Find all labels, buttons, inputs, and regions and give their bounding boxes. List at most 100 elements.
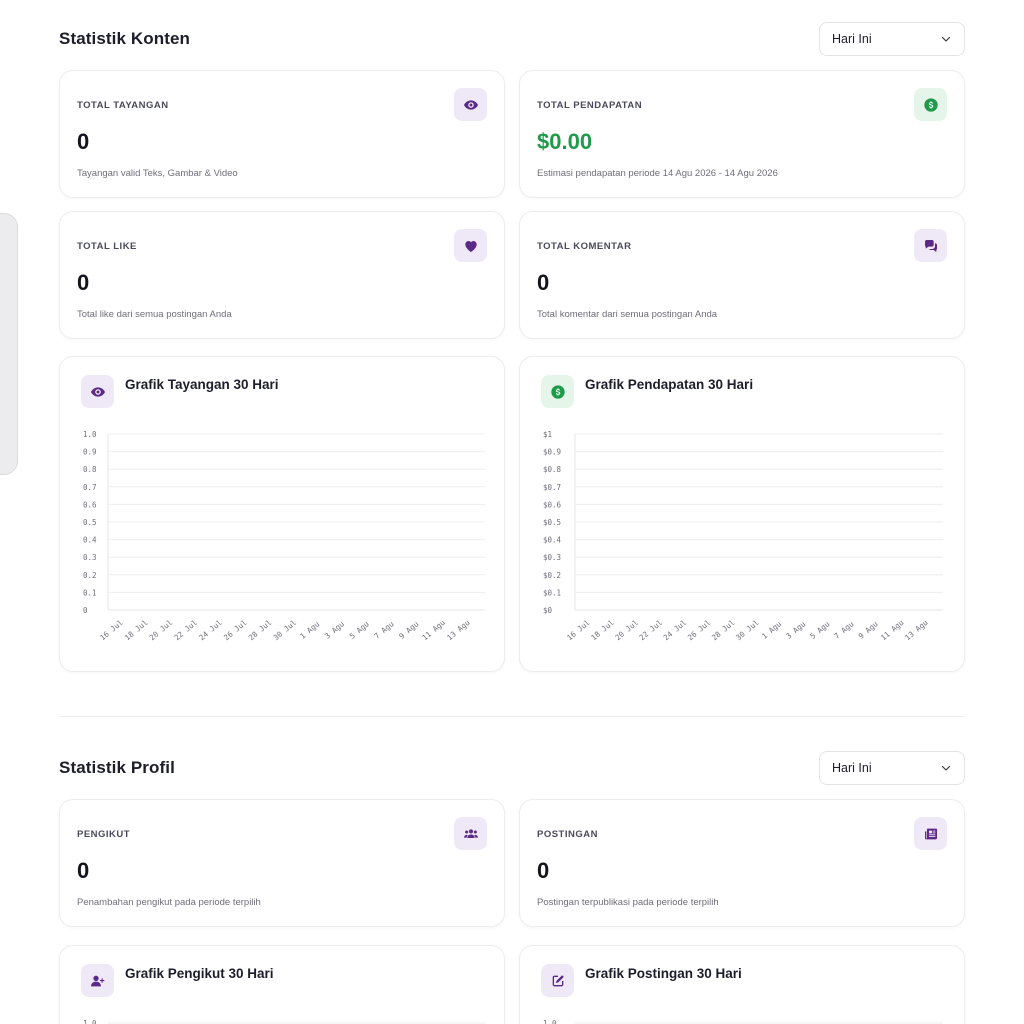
stat-label: TOTAL PENDAPATAN [537, 100, 643, 111]
y-tick-label: $0.5 [543, 518, 561, 527]
y-tick-label: $0.1 [543, 588, 561, 597]
x-tick-label: 5 Agu [808, 619, 831, 640]
stat-description: Penambahan pengikut pada periode terpili… [77, 897, 261, 908]
x-tick-label: 5 Agu [348, 619, 371, 640]
x-tick-label: 24 Jul [197, 618, 224, 642]
newspaper-icon [914, 817, 947, 850]
content-stats-section: Statistik Konten Hari Ini [59, 22, 965, 56]
x-tick-label: 20 Jul [148, 618, 175, 642]
users-icon [454, 817, 487, 850]
stat-label: TOTAL TAYANGAN [77, 100, 169, 111]
stat-description: Estimasi pendapatan periode 14 Agu 2026 … [537, 168, 778, 179]
period-select[interactable]: Hari Ini [819, 22, 965, 56]
stat-value: $0.00 [537, 129, 593, 154]
stat-value: 0 [77, 858, 90, 883]
x-tick-label: 16 Jul [565, 618, 592, 642]
period-select[interactable]: Hari Ini [819, 751, 965, 785]
chart-title: Grafik Pengikut 30 Hari [125, 966, 274, 981]
y-tick-label: 1.0 [83, 1019, 97, 1024]
x-tick-label: 30 Jul [272, 618, 299, 642]
chart-title: Grafik Pendapatan 30 Hari [585, 377, 754, 392]
stat-card-comments: TOTAL KOMENTAR 0 Total komentar dari sem… [519, 211, 965, 339]
period-select-value: Hari Ini [832, 32, 872, 46]
stat-description: Postingan terpublikasi pada periode terp… [537, 897, 719, 908]
y-tick-label: $0.6 [543, 500, 562, 509]
period-select-value: Hari Ini [832, 761, 872, 775]
stat-card-earnings: TOTAL PENDAPATAN $0.00 Estimasi pendapat… [519, 70, 965, 198]
dollar-icon [541, 375, 574, 408]
stat-card-posts: POSTINGAN 0 Postingan terpublikasi pada … [519, 799, 965, 927]
x-tick-label: 9 Agu [397, 619, 420, 640]
stat-description: Total like dari semua postingan Anda [77, 309, 232, 320]
comments-icon [914, 229, 947, 262]
x-tick-label: 1 Agu [760, 619, 783, 640]
dollar-icon [914, 88, 947, 121]
stat-label: TOTAL KOMENTAR [537, 241, 632, 252]
stat-card-views: TOTAL TAYANGAN 0 Tayangan valid Teks, Ga… [59, 70, 505, 198]
chart-card-earnings: $0 $0.1 $0.2 $0.3 $0.4 $0.5 $0.6 $0.7 $0.8 $0.9 $1… [519, 356, 965, 672]
eye-icon [454, 88, 487, 121]
x-tick-label: 11 Agu [879, 618, 906, 642]
chart-header: Grafik Pengikut 30 Hari [81, 964, 274, 997]
y-tick-label: 1.0 [543, 1019, 557, 1024]
chevron-down-icon [940, 33, 952, 45]
y-tick-label: 0.8 [83, 465, 97, 474]
y-tick-label: $1 [543, 430, 552, 439]
x-tick-label: 7 Agu [372, 619, 395, 640]
x-tick-label: 11 Agu [420, 618, 447, 642]
x-tick-label: 13 Agu [903, 618, 930, 642]
y-tick-label: $0.7 [543, 483, 561, 492]
stat-value: 0 [537, 858, 550, 883]
y-tick-label: $0.3 [543, 553, 561, 562]
y-tick-label: $0 [543, 606, 553, 615]
x-tick-label: 1 Agu [298, 619, 321, 640]
side-panel-tab[interactable] [0, 213, 18, 475]
heart-icon [454, 229, 487, 262]
eye-icon [81, 375, 114, 408]
y-tick-label: 0.5 [83, 518, 97, 527]
section-divider [59, 716, 965, 717]
y-tick-label: $0.8 [543, 465, 562, 474]
y-tick-label: 0.3 [83, 553, 97, 562]
chart-header: Grafik Pendapatan 30 Hari [541, 375, 753, 408]
profile-stats-section: Statistik Profil Hari Ini [59, 751, 965, 785]
x-tick-label: 26 Jul [222, 618, 249, 642]
stat-value: 0 [537, 270, 550, 295]
stat-card-followers: PENGIKUT 0 Penambahan pengikut pada peri… [59, 799, 505, 927]
chart-title: Grafik Tayangan 30 Hari [125, 377, 279, 392]
chart-header: Grafik Postingan 30 Hari [541, 964, 742, 997]
y-tick-label: 0.7 [83, 483, 97, 492]
chart-title: Grafik Postingan 30 Hari [585, 966, 742, 981]
y-tick-label: 0 [83, 606, 88, 615]
y-tick-label: 1.0 [83, 430, 97, 439]
y-tick-label: $0.4 [543, 536, 562, 545]
chevron-down-icon [940, 762, 952, 774]
edit-icon [541, 964, 574, 997]
x-tick-label: 20 Jul [613, 618, 640, 642]
chart-header: Grafik Tayangan 30 Hari [81, 375, 279, 408]
x-tick-label: 9 Agu [857, 619, 880, 640]
stat-value: 0 [77, 129, 90, 154]
x-tick-label: 22 Jul [638, 618, 665, 642]
stat-value: 0 [77, 270, 90, 295]
x-tick-label: 18 Jul [589, 618, 616, 642]
x-tick-label: 30 Jul [734, 618, 761, 642]
x-tick-label: 3 Agu [784, 619, 807, 640]
stat-card-likes: TOTAL LIKE 0 Total like dari semua posti… [59, 211, 505, 339]
x-tick-label: 22 Jul [172, 618, 199, 642]
section-title: Statistik Profil [59, 758, 175, 777]
y-tick-label: $0.2 [543, 571, 561, 580]
y-tick-label: 0.4 [83, 536, 97, 545]
x-tick-label: 7 Agu [832, 619, 855, 640]
stat-label: TOTAL LIKE [77, 241, 137, 252]
stat-label: POSTINGAN [537, 829, 598, 840]
x-tick-label: 18 Jul [123, 618, 150, 642]
profile-stats-header: Statistik Profil Hari Ini [59, 751, 965, 785]
x-tick-label: 24 Jul [662, 618, 689, 642]
y-tick-label: $0.9 [543, 448, 561, 457]
y-tick-label: 0.6 [83, 500, 97, 509]
x-tick-label: 3 Agu [323, 619, 346, 640]
chart-card-followers: 1.0 Grafik Pengikut 30 Hari [59, 945, 505, 1024]
x-tick-label: 13 Agu [445, 618, 472, 642]
x-tick-label: 16 Jul [98, 618, 125, 642]
